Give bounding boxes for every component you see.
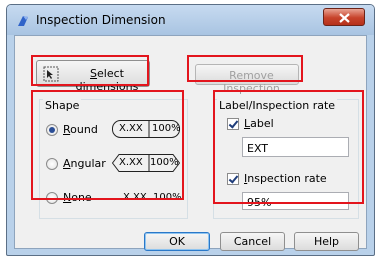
angular-sample-rate: 100% [150, 157, 179, 168]
label-text-field[interactable]: EXT [242, 137, 349, 157]
radio-angular[interactable] [46, 158, 58, 170]
label-checkbox[interactable] [227, 118, 239, 130]
dialog-window: Inspection Dimension Select dimensions R… [6, 4, 375, 256]
none-sample-rate: 100% [153, 192, 182, 203]
ok-button[interactable]: OK [144, 232, 210, 251]
window-title: Inspection Dimension [36, 13, 166, 27]
select-dimensions-button[interactable]: Select dimensions [36, 60, 150, 93]
help-button[interactable]: Help [294, 232, 359, 251]
app-icon [18, 16, 28, 26]
shape-group-title: Shape [43, 99, 82, 112]
select-dimensions-label: Select dimensions [75, 67, 139, 93]
none-sample-value: X.XX [123, 192, 147, 203]
remove-inspection-button[interactable]: Remove Inspection [195, 64, 299, 95]
label-rate-group-title: Label/Inspection rate [217, 99, 338, 112]
radio-round-label[interactable]: Round [63, 123, 98, 136]
select-dimensions-icon [43, 66, 59, 82]
round-sample-value: X.XX [119, 123, 143, 134]
radio-none-label[interactable]: None [63, 191, 92, 204]
label-rate-group: Label/Inspection rate Label EXT Inspecti… [213, 99, 359, 219]
dialog-body: Select dimensions Remove Inspection Shap… [14, 35, 367, 251]
radio-round[interactable] [46, 124, 58, 136]
inspection-rate-checkbox-label[interactable]: Inspection rate [244, 172, 327, 185]
shape-group: Shape Round X.XX 100% Angular X.XX 100% [39, 99, 188, 219]
radio-angular-label[interactable]: Angular [63, 157, 106, 170]
cancel-button[interactable]: Cancel [220, 232, 285, 251]
title-bar[interactable]: Inspection Dimension [7, 5, 374, 35]
angular-sample-value: X.XX [119, 157, 143, 168]
remove-inspection-label: Remove Inspection [223, 69, 280, 95]
round-sample-rate: 100% [152, 123, 181, 134]
close-icon [339, 13, 350, 23]
inspection-rate-checkbox[interactable] [227, 173, 239, 185]
radio-none[interactable] [46, 192, 58, 204]
close-button[interactable] [323, 8, 365, 26]
inspection-rate-field[interactable]: 95% [242, 192, 349, 210]
label-checkbox-label[interactable]: Label [244, 117, 274, 130]
